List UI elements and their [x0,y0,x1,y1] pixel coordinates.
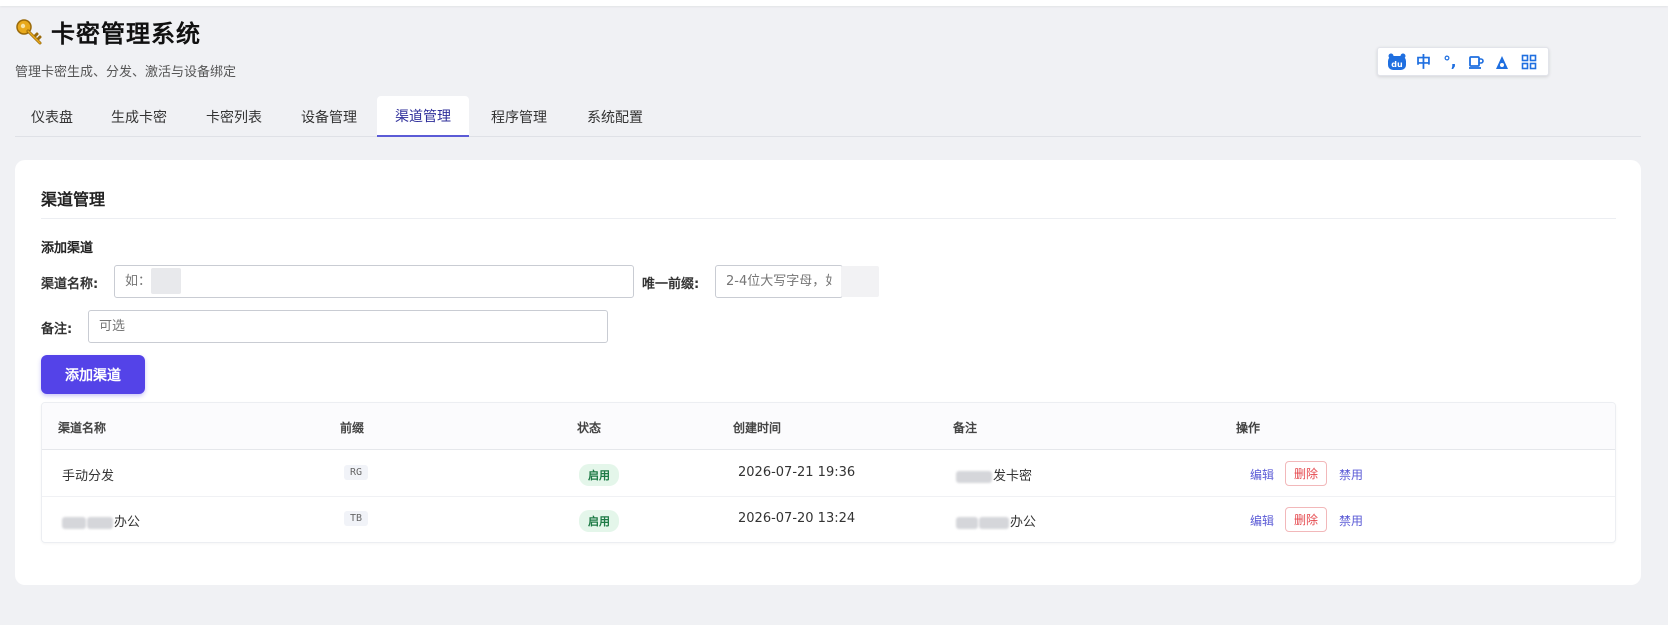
redacted-text [956,516,978,529]
channel-table: 渠道名称 前缀 状态 创建时间 备注 操作 手动分发 RG 启用 2026-07… [41,402,1616,543]
disable-link[interactable]: 禁用 [1339,466,1363,483]
panel-title: 渠道管理 [41,190,106,209]
col-channel-name: 渠道名称 [58,421,107,435]
note-input[interactable] [88,310,608,343]
ime-toolbar[interactable]: du 中 °, [1377,47,1549,76]
table-row: 手动分发 RG 启用 2026-07-21 19:36 发卡密 编辑 删除 禁用 [42,450,1615,496]
note-text: 发卡密 [993,469,1033,484]
note-cell: 发卡密 [956,465,1032,484]
channel-name-input[interactable] [114,265,634,298]
panel-divider [41,218,1616,219]
prefix-tag: RG [344,465,369,480]
tab-channel-management[interactable]: 渠道管理 [377,96,469,137]
channel-name-text: 办公 [114,515,141,530]
tab-program-management[interactable]: 程序管理 [469,96,567,137]
skin-icon[interactable] [1492,52,1512,72]
col-note: 备注 [953,421,978,435]
app-header: 卡密管理系统 管理卡密生成、分发、激活与设备绑定 [15,14,236,80]
redacted-text [87,516,113,529]
top-strip [0,0,1668,6]
punctuation-icon[interactable]: °, [1440,52,1460,72]
tab-generate-cards[interactable]: 生成卡密 [89,96,187,137]
status-badge: 启用 [579,464,619,486]
channel-panel: 渠道管理 添加渠道 渠道名称: 唯一前缀: 备注: 添加渠道 渠道名称 前缀 状… [15,160,1641,585]
note-text: 办公 [1010,515,1037,530]
channel-name-label: 渠道名称: [41,277,99,292]
note-label: 备注: [41,322,73,337]
tab-dashboard[interactable]: 仪表盘 [15,96,89,137]
created-time-cell: 2026-07-20 13:24 [738,511,856,526]
prefix-tag: TB [344,511,369,526]
col-prefix: 前缀 [340,421,365,435]
tab-system-config[interactable]: 系统配置 [567,96,661,137]
col-status: 状态 [577,421,602,435]
edit-link[interactable]: 编辑 [1250,512,1274,529]
status-badge: 启用 [579,510,619,532]
prefix-input[interactable] [715,265,843,298]
redacted-placeholder-mask [151,268,181,294]
add-channel-button[interactable]: 添加渠道 [41,355,145,394]
redacted-text [979,516,1009,529]
prefix-label: 唯一前缀: [642,277,700,292]
table-header: 渠道名称 前缀 状态 创建时间 备注 操作 [42,403,1615,450]
tab-device-management[interactable]: 设备管理 [281,96,377,137]
add-channel-section-title: 添加渠道 [41,241,94,256]
main-tabs: 仪表盘 生成卡密 卡密列表 设备管理 渠道管理 程序管理 系统配置 [15,96,1641,137]
chinese-mode-icon[interactable]: 中 [1413,52,1433,72]
redacted-prefix-mask [841,266,879,297]
page-title: 卡密管理系统 [51,20,201,48]
note-cell: 办公 [956,511,1036,530]
svg-text:du: du [1391,60,1403,69]
col-created-time: 创建时间 [733,421,782,435]
col-actions: 操作 [1236,421,1261,435]
redacted-text [956,470,992,483]
tab-card-list[interactable]: 卡密列表 [187,96,281,137]
app-title-row: 卡密管理系统 [15,14,236,49]
delete-button[interactable]: 删除 [1285,461,1328,486]
grid-icon[interactable] [1519,52,1539,72]
edit-link[interactable]: 编辑 [1250,466,1274,483]
redacted-text [62,516,86,529]
channel-name-cell: 手动分发 [62,469,115,484]
disable-link[interactable]: 禁用 [1339,512,1363,529]
baidu-logo-icon[interactable]: du [1387,52,1407,72]
created-time-cell: 2026-07-21 19:36 [738,465,856,480]
table-row: 办公 TB 启用 2026-07-20 13:24 办公 编辑 删除 禁用 [42,496,1615,542]
delete-button[interactable]: 删除 [1285,507,1328,532]
channel-name-cell: 办公 [62,511,140,530]
cup-icon[interactable] [1466,52,1486,72]
page-subtitle: 管理卡密生成、分发、激活与设备绑定 [15,65,237,80]
key-icon [15,18,43,46]
